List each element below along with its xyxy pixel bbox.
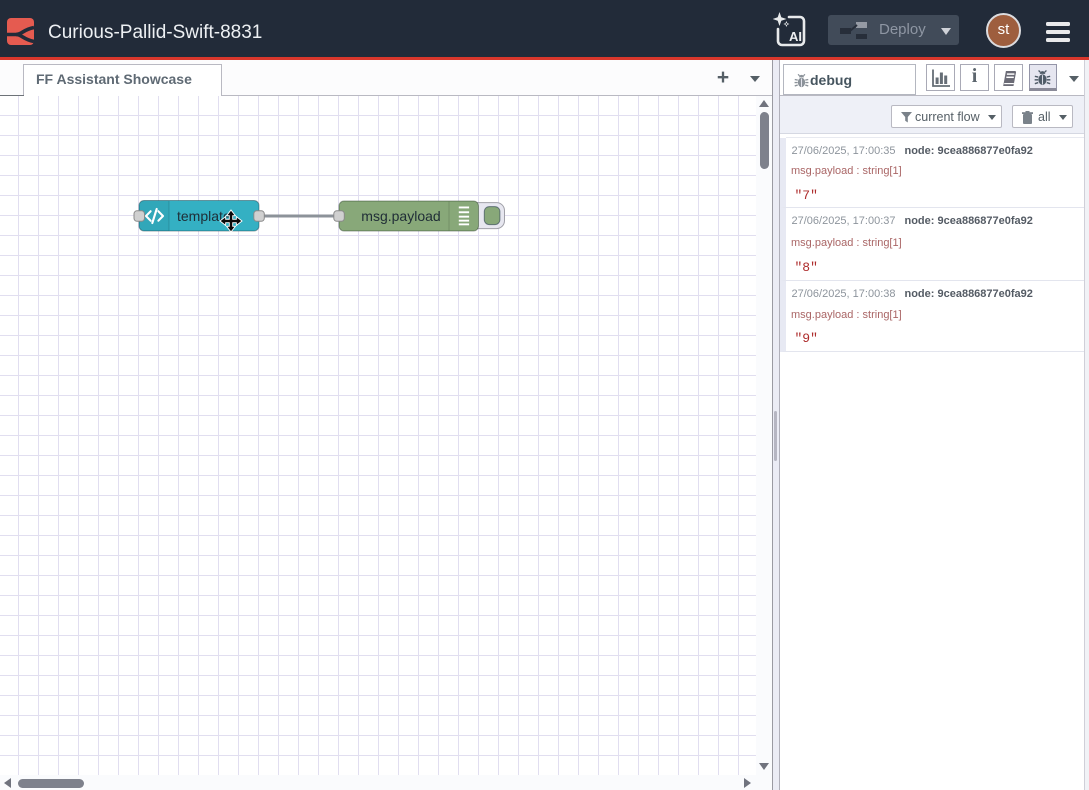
svg-text:AI: AI: [789, 29, 802, 44]
svg-text:msg.payload: msg.payload: [361, 208, 440, 224]
